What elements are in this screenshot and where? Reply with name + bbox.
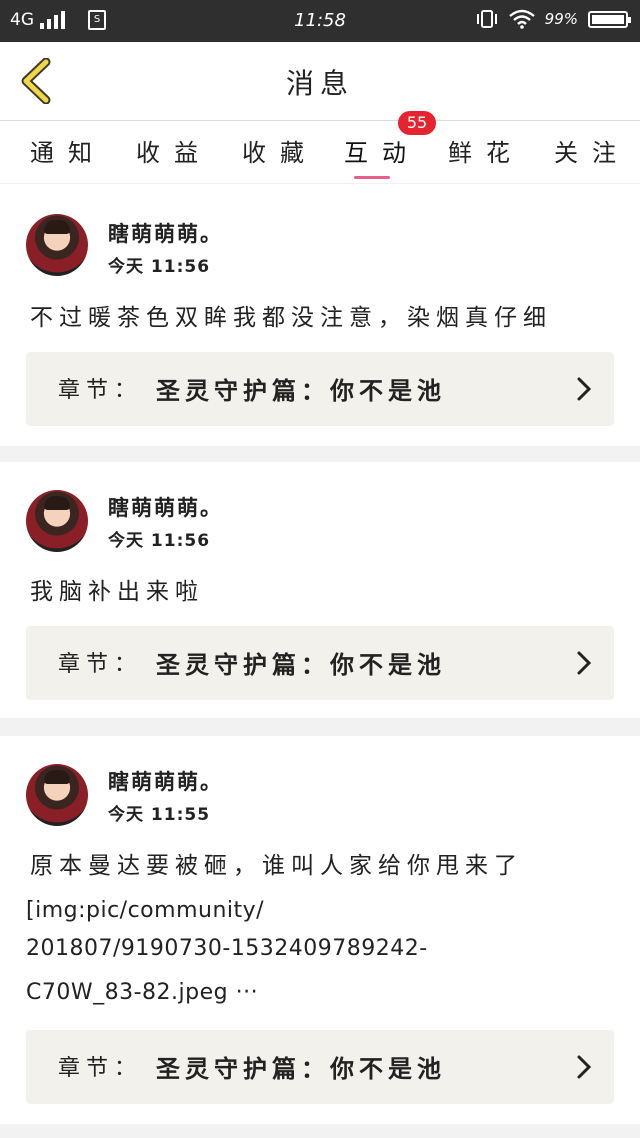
tab-flowers[interactable]: 鲜花 [448,133,524,168]
message-card[interactable]: 瞎萌萌萌。 今天 11:56 我脑补出来啦 章节： 圣灵守护篇：你不是池 [0,462,640,718]
message-text: 原本曼达要被砸，谁叫人家给你甩来了 [30,853,523,879]
chapter-name: 圣灵守护篇：你不是池 [156,651,446,679]
image-link-line[interactable]: 201807/9190730-1532409789242- [26,936,428,961]
chapter-label: 章节： [58,652,143,677]
chevron-right-icon [577,651,592,675]
status-right: 99% [475,9,631,29]
tab-favorites[interactable]: 收藏 [242,133,318,168]
image-link-line[interactable]: C70W_83-82.jpeg ··· [26,980,258,1005]
tab-following[interactable]: 关注 [554,133,630,168]
message-time: 今天 11:56 [108,257,211,277]
active-tab-indicator [354,176,390,179]
message-card[interactable]: 瞎萌萌萌。 今天 11:55 原本曼达要被砸，谁叫人家给你甩来了 [img:pi… [0,736,640,1124]
avatar[interactable] [26,490,88,552]
unread-badge: 55 [398,111,436,135]
username[interactable]: 瞎萌萌萌。 [108,492,223,522]
username[interactable]: 瞎萌萌萌。 [108,218,223,248]
battery-level [592,14,624,24]
message-text: 不过暖茶色双眸我都没注意，染烟真仔细 [30,305,552,331]
tab-notifications[interactable]: 通知 [30,133,106,168]
vibrate-icon [476,10,497,28]
message-time: 今天 11:56 [108,531,211,551]
tab-interactions[interactable]: 互动 [344,133,420,168]
chevron-right-icon [577,1055,592,1079]
tab-bar: 通知 收益 收藏 互动 55 鲜花 关注 [0,111,640,183]
tab-earnings[interactable]: 收益 [136,133,212,168]
chapter-label: 章节： [58,378,143,403]
message-text: 我脑补出来啦 [30,579,204,605]
avatar[interactable] [26,214,88,276]
chapter-name: 圣灵守护篇：你不是池 [156,1055,446,1083]
battery-icon [588,10,631,28]
message-time: 今天 11:55 [108,805,211,825]
image-link-line[interactable]: [img:pic/community/ [26,898,264,923]
chapter-link[interactable]: 章节： 圣灵守护篇：你不是池 [26,1030,614,1104]
chapter-link[interactable]: 章节： 圣灵守护篇：你不是池 [26,626,614,700]
chapter-link[interactable]: 章节： 圣灵守护篇：你不是池 [26,352,614,426]
chapter-label: 章节： [58,1056,143,1081]
app-header: 消息 [0,42,640,121]
avatar[interactable] [26,764,88,826]
status-bar: 4G S 11:58 99% [0,0,640,42]
message-card[interactable]: 瞎萌萌萌。 今天 11:56 不过暖茶色双眸我都没注意，染烟真仔细 章节： 圣灵… [0,184,640,446]
battery-percent: 99% [544,10,578,28]
page-title: 消息 [285,67,354,100]
chapter-name: 圣灵守护篇：你不是池 [156,377,446,405]
wifi-icon [508,9,535,29]
chevron-right-icon [577,377,592,401]
username[interactable]: 瞎萌萌萌。 [108,766,223,796]
